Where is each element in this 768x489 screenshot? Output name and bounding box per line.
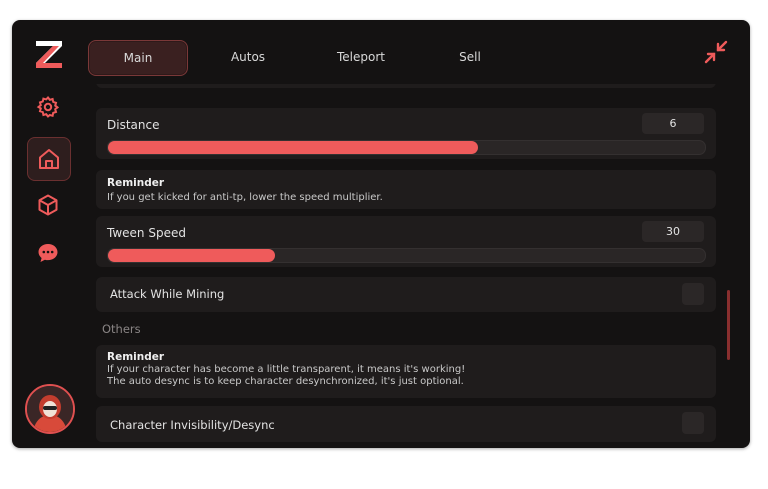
character-invisibility-label: Character Invisibility/Desync <box>110 418 275 432</box>
app-window: Main Autos Teleport Sell Distance 6 Remi… <box>12 20 750 448</box>
attack-while-mining-label: Attack While Mining <box>110 287 225 301</box>
tween-speed-slider-card: Tween Speed 30 <box>96 216 716 267</box>
reminder-title: Reminder <box>107 177 165 189</box>
home-icon <box>39 149 59 169</box>
character-invisibility-row[interactable]: Character Invisibility/Desync <box>96 406 716 442</box>
tween-speed-slider[interactable] <box>107 248 706 263</box>
attack-while-mining-toggle[interactable] <box>682 283 704 305</box>
previous-card <box>96 84 716 88</box>
reminder-title: Reminder <box>107 351 165 363</box>
distance-slider[interactable] <box>107 140 706 155</box>
cube-icon <box>38 194 58 216</box>
distance-label: Distance <box>107 118 160 132</box>
tab-sell-label: Sell <box>459 50 481 64</box>
character-invisibility-toggle[interactable] <box>682 412 704 434</box>
tab-main-label: Main <box>123 51 153 65</box>
tab-teleport-label: Teleport <box>337 50 385 64</box>
gear-icon <box>36 95 60 118</box>
distance-slider-card: Distance 6 <box>96 108 716 159</box>
sidebar-item-items[interactable] <box>27 184 69 226</box>
distance-slider-fill <box>108 141 479 154</box>
reminder-card-desync: Reminder If your character has become a … <box>96 345 716 398</box>
minimize-icon[interactable] <box>704 40 728 64</box>
tween-speed-value[interactable]: 30 <box>642 221 704 242</box>
scrollbar-thumb[interactable] <box>727 290 730 360</box>
tween-speed-label: Tween Speed <box>107 226 186 240</box>
section-header-others: Others <box>102 322 141 336</box>
chat-icon <box>38 244 58 262</box>
sidebar-item-chat[interactable] <box>27 232 69 274</box>
tween-speed-slider-fill <box>108 249 276 262</box>
distance-value[interactable]: 6 <box>642 113 704 134</box>
reminder-text: If you get kicked for anti-tp, lower the… <box>107 192 383 203</box>
tab-autos-label: Autos <box>230 50 266 64</box>
sidebar-item-home[interactable] <box>27 137 71 181</box>
sidebar-item-settings[interactable] <box>27 86 69 128</box>
tab-teleport[interactable]: Teleport <box>316 40 406 74</box>
avatar[interactable] <box>25 384 75 434</box>
attack-while-mining-row[interactable]: Attack While Mining <box>96 277 716 312</box>
reminder-text-line2: The auto desync is to keep character des… <box>107 376 464 387</box>
logo-z-icon <box>36 41 62 68</box>
tab-sell[interactable]: Sell <box>434 40 506 74</box>
reminder-card-antitp: Reminder If you get kicked for anti-tp, … <box>96 170 716 209</box>
main-panel: Distance 6 Reminder If you get kicked fo… <box>96 84 716 448</box>
reminder-text-line1: If your character has become a little tr… <box>107 364 466 375</box>
tab-main[interactable]: Main <box>88 40 188 76</box>
tab-autos[interactable]: Autos <box>206 40 290 74</box>
avatar-image <box>27 386 73 432</box>
